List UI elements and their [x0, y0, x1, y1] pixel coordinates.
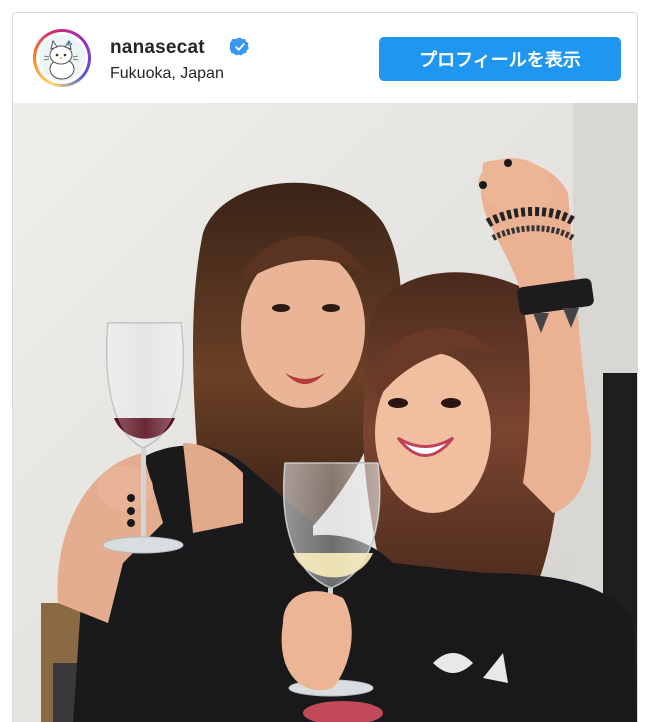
avatar: [39, 35, 85, 81]
location-link[interactable]: Fukuoka, Japan: [110, 65, 224, 83]
instagram-post-card: nanasecat Fukuoka, Japan プロフィールを表示: [12, 12, 638, 722]
avatar-story-ring[interactable]: [33, 29, 91, 87]
post-header: nanasecat Fukuoka, Japan プロフィールを表示: [13, 13, 637, 103]
username-link[interactable]: nanasecat: [110, 37, 205, 59]
verified-badge-icon: [230, 37, 249, 56]
post-photo[interactable]: [13, 103, 637, 722]
avatar-frame: [36, 32, 88, 84]
cat-avatar-icon: [39, 35, 85, 81]
post-image: [13, 103, 637, 722]
view-profile-button[interactable]: プロフィールを表示: [379, 37, 621, 81]
